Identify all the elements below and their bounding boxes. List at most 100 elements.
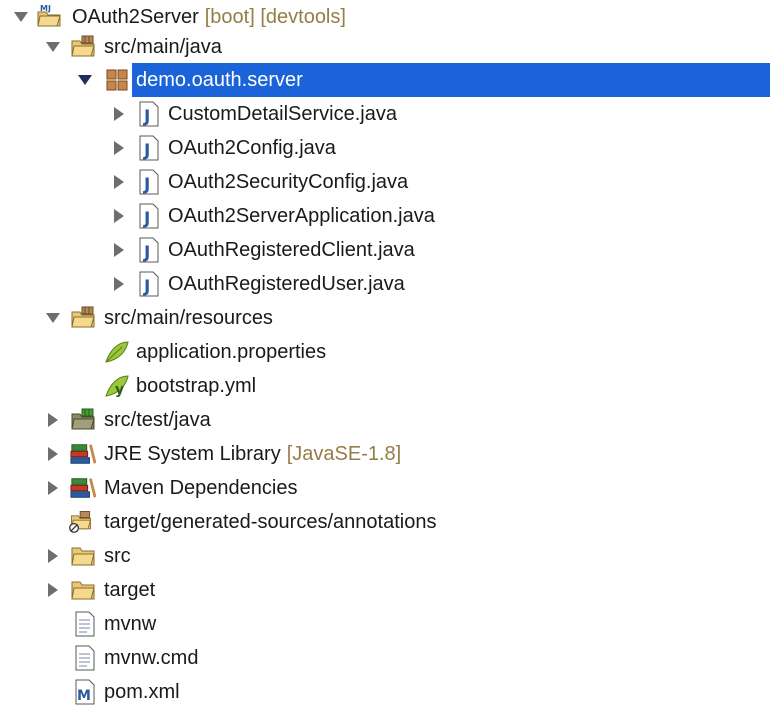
- tree-row-file[interactable]: mvnw.cmd: [0, 641, 770, 675]
- source-folder-icon: [70, 304, 96, 330]
- svg-text:M: M: [77, 688, 91, 704]
- java-file-icon: J: [136, 169, 162, 195]
- svg-text:J: J: [143, 175, 150, 195]
- java-file-label-wrap: OAuth2ServerApplication.java: [166, 199, 437, 233]
- resource-file-label-wrap: bootstrap.yml: [134, 369, 258, 403]
- text-file-icon: [72, 611, 98, 637]
- tree-row-java-file[interactable]: J OAuth2ServerApplication.java: [0, 199, 770, 233]
- src-test-java-label-wrap: src/test/java: [102, 403, 213, 437]
- resource-file-label-wrap: application.properties: [134, 335, 328, 369]
- tree-row-project[interactable]: M J OAuth2Server [boot] [devtools]: [0, 0, 770, 34]
- svg-text:J: J: [143, 243, 150, 263]
- folder-label-wrap: target: [102, 573, 157, 607]
- collapsed-twisty-icon[interactable]: [44, 581, 62, 599]
- maven-dependencies-label-wrap: Maven Dependencies: [102, 471, 299, 505]
- java-file-icon: J: [136, 203, 162, 229]
- folder-label-wrap: src: [102, 539, 133, 573]
- java-file-label-wrap: OAuthRegisteredClient.java: [166, 233, 417, 267]
- tree-row-java-file[interactable]: J OAuth2SecurityConfig.java: [0, 165, 770, 199]
- file-label: mvnw.cmd: [104, 646, 199, 669]
- file-label: pom.xml: [104, 680, 180, 703]
- tree-row-src-main-java[interactable]: src/main/java: [0, 30, 770, 64]
- tree-row-generated-sources[interactable]: target/generated-sources/annotations: [0, 505, 770, 539]
- generated-source-folder-icon: [68, 508, 94, 534]
- folder-icon: [70, 543, 96, 569]
- collapsed-twisty-icon[interactable]: [110, 207, 128, 225]
- svg-text:J: J: [47, 4, 51, 13]
- package-label: demo.oauth.server: [136, 68, 303, 91]
- tree-row-java-file[interactable]: J OAuthRegisteredUser.java: [0, 267, 770, 301]
- svg-text:J: J: [143, 141, 150, 161]
- java-file-icon: J: [136, 271, 162, 297]
- source-folder-icon: [70, 33, 96, 59]
- package-icon: [104, 67, 130, 93]
- tree-row-resource-file[interactable]: y bootstrap.yml: [0, 369, 770, 403]
- src-main-resources-label: src/main/resources: [104, 306, 273, 329]
- tree-row-folder[interactable]: target: [0, 573, 770, 607]
- project-decorations: [boot] [devtools]: [204, 5, 346, 28]
- jre-library-label-wrap: JRE System Library [JavaSE-1.8]: [102, 437, 403, 471]
- collapsed-twisty-icon[interactable]: [110, 139, 128, 157]
- java-file-label-wrap: OAuthRegisteredUser.java: [166, 267, 407, 301]
- collapsed-twisty-icon[interactable]: [44, 479, 62, 497]
- folder-label: target: [104, 578, 156, 601]
- java-file-label-wrap: OAuth2Config.java: [166, 131, 338, 165]
- svg-text:J: J: [143, 209, 150, 229]
- expanded-twisty-icon[interactable]: [12, 8, 30, 26]
- java-file-icon: J: [136, 135, 162, 161]
- tree-row-java-file[interactable]: J CustomDetailService.java: [0, 97, 770, 131]
- yaml-leaf-icon: y: [104, 373, 130, 399]
- project-label-wrap: OAuth2Server [boot] [devtools]: [70, 0, 348, 34]
- tree-row-package-selected[interactable]: demo.oauth.server: [0, 63, 770, 97]
- collapsed-twisty-icon[interactable]: [44, 445, 62, 463]
- tree-row-java-file[interactable]: J OAuth2Config.java: [0, 131, 770, 165]
- java-file-label-wrap: CustomDetailService.java: [166, 97, 399, 131]
- library-books-icon: [70, 475, 96, 501]
- tree-row-src-test-java[interactable]: src/test/java: [0, 403, 770, 437]
- resource-file-label: bootstrap.yml: [136, 374, 257, 397]
- test-source-folder-icon: [70, 406, 96, 432]
- expanded-twisty-icon[interactable]: [44, 309, 62, 327]
- resource-file-label: application.properties: [136, 340, 327, 363]
- java-file-icon: J: [136, 101, 162, 127]
- tree-row-maven-dependencies[interactable]: Maven Dependencies: [0, 471, 770, 505]
- tree-row-jre-library[interactable]: JRE System Library [JavaSE-1.8]: [0, 437, 770, 471]
- tree-row-src-main-resources[interactable]: src/main/resources: [0, 301, 770, 335]
- collapsed-twisty-icon[interactable]: [110, 241, 128, 259]
- tree-row-resource-file[interactable]: application.properties: [0, 335, 770, 369]
- folder-icon: [70, 577, 96, 603]
- java-file-label: OAuth2ServerApplication.java: [168, 204, 435, 227]
- collapsed-twisty-icon[interactable]: [110, 173, 128, 191]
- src-main-java-label: src/main/java: [104, 35, 222, 58]
- package-label-wrap: demo.oauth.server: [134, 63, 305, 97]
- java-file-label: OAuthRegisteredClient.java: [168, 238, 415, 261]
- java-file-label: CustomDetailService.java: [168, 102, 397, 125]
- src-main-java-label-wrap: src/main/java: [102, 30, 224, 64]
- file-label: mvnw: [104, 612, 157, 635]
- collapsed-twisty-icon[interactable]: [44, 411, 62, 429]
- expanded-twisty-icon[interactable]: [44, 38, 62, 56]
- package-explorer-tree: M J OAuth2Server [boot] [devtools] src/m…: [0, 0, 770, 712]
- expanded-twisty-icon[interactable]: [76, 71, 94, 89]
- jre-library-label: JRE System Library: [104, 442, 281, 465]
- collapsed-twisty-icon[interactable]: [110, 275, 128, 293]
- text-file-icon: [72, 645, 98, 671]
- collapsed-twisty-icon[interactable]: [44, 547, 62, 565]
- file-label-wrap: mvnw.cmd: [102, 641, 200, 675]
- folder-label: src: [104, 544, 131, 567]
- maven-dependencies-label: Maven Dependencies: [104, 476, 298, 499]
- svg-text:J: J: [143, 277, 150, 297]
- properties-leaf-icon: [104, 339, 130, 365]
- collapsed-twisty-icon[interactable]: [110, 105, 128, 123]
- java-file-label: OAuthRegisteredUser.java: [168, 272, 405, 295]
- tree-row-folder[interactable]: src: [0, 539, 770, 573]
- jre-library-decorations: [JavaSE-1.8]: [286, 442, 402, 465]
- java-file-label-wrap: OAuth2SecurityConfig.java: [166, 165, 410, 199]
- svg-text:J: J: [143, 107, 150, 127]
- java-file-label: OAuth2SecurityConfig.java: [168, 170, 409, 193]
- tree-row-java-file[interactable]: J OAuthRegisteredClient.java: [0, 233, 770, 267]
- tree-row-file[interactable]: M pom.xml: [0, 675, 770, 709]
- maven-project-icon: M J: [36, 3, 62, 29]
- tree-row-file[interactable]: mvnw: [0, 607, 770, 641]
- java-file-label: OAuth2Config.java: [168, 136, 336, 159]
